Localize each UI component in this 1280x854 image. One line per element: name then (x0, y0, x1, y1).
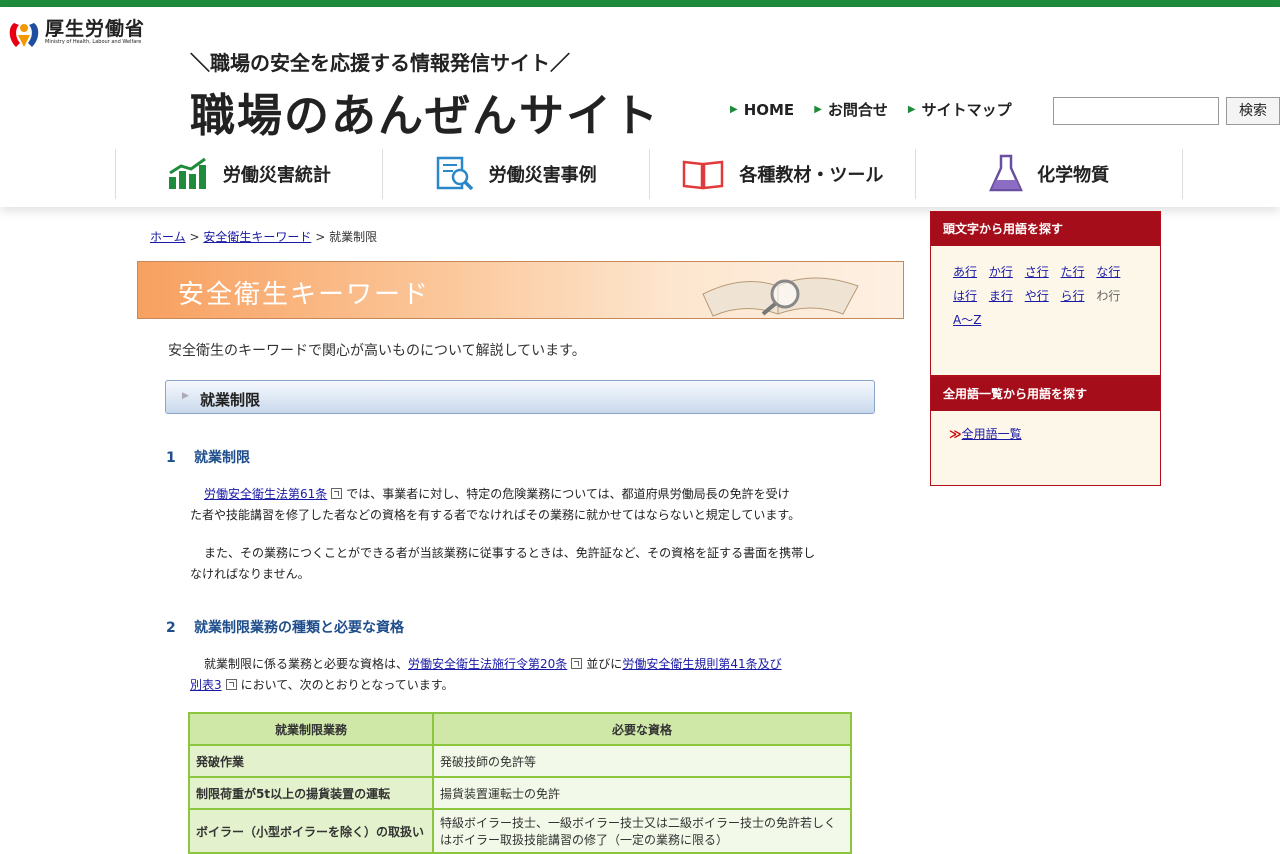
double-arrow-icon: ≫ (949, 427, 962, 441)
nav-materials-tools[interactable]: 各種教材・ツール (648, 149, 916, 199)
table-cell-work: 発破作業 (188, 744, 434, 778)
ministry-name: 厚生労働省 (45, 18, 146, 40)
triangle-icon: ▶ (814, 104, 822, 115)
banner-title: 安全衛生キーワード (178, 280, 431, 310)
subsection-2-para: 就業制限に係る業務と必要な資格は、労働安全衛生法施行令第20条 並びに労働安全衛生… (190, 657, 782, 692)
table-cell-work: 制限荷重が5t以上の揚貨装置の運転 (188, 776, 434, 810)
flask-icon (989, 154, 1024, 192)
document-search-icon (436, 156, 473, 191)
page-lead: 安全衛生のキーワードで関心が高いものについて解説しています。 (168, 343, 586, 359)
subsection-2-heading: 2 就業制限業務の種類と必要な資格 (166, 620, 404, 636)
restricted-work-table: 就業制限業務 必要な資格 発破作業 発破技師の免許等 制限荷重が5t以上の揚貨装… (188, 712, 852, 854)
home-link[interactable]: HOME (744, 101, 794, 119)
kana-link-ma[interactable]: ま行 (989, 289, 1013, 303)
ministry-english-name: Ministry of Health, Labour and Welfare (45, 39, 142, 45)
section-heading-bar: ▶ 就業制限 (165, 380, 875, 414)
nav-label: 各種教材・ツール (739, 165, 884, 186)
alpha-link[interactable]: A～Z (953, 313, 981, 327)
nav-label: 労働災害事例 (488, 165, 597, 186)
table-header-row: 就業制限業務 必要な資格 (188, 712, 852, 746)
site-tagline: ＼職場の安全を応援する情報発信サイト／ (190, 51, 570, 75)
nav-accident-cases[interactable]: 労働災害事例 (381, 149, 649, 199)
kana-wa-inactive: わ行 (1096, 289, 1121, 303)
kana-index: あ行 か行 さ行 た行 な行 は行 ま行 や行 ら行 わ行 A～Z (931, 246, 1160, 340)
column-header: 必要な資格 (432, 712, 852, 746)
kana-link-ka[interactable]: か行 (989, 265, 1013, 279)
table-row: 制限荷重が5t以上の揚貨装置の運転 揚貨装置運転士の免許 (188, 776, 852, 810)
ministry-mark-icon (6, 19, 42, 51)
book-icon (683, 160, 724, 190)
table-row: ボイラー（小型ボイラーを除く）の取扱い 特級ボイラー技士、一級ボイラー技士又は二… (188, 808, 852, 854)
keyword-banner: 安全衛生キーワード (137, 261, 904, 319)
appendix-3-link[interactable]: 別表3 (190, 678, 222, 692)
sidebar-initial-search: 頭文字から用語を探す あ行 か行 さ行 た行 な行 は行 ま行 や行 ら行 わ行… (930, 211, 1161, 376)
bar-chart-icon (168, 157, 206, 189)
external-link-icon (225, 679, 237, 690)
utility-nav: ▶ HOME ▶ お問合せ ▶ サイトマップ (730, 99, 1032, 120)
sitemap-link[interactable]: サイトマップ (922, 99, 1012, 120)
table-cell-work: ボイラー（小型ボイラーを除く）の取扱い (188, 808, 434, 854)
nav-accident-statistics[interactable]: 労働災害統計 (115, 149, 382, 199)
sidebar-heading: 頭文字から用語を探す (931, 212, 1160, 246)
table-cell-qualification: 揚貨装置運転士の免許 (432, 776, 852, 810)
site-header: 厚生労働省 Ministry of Health, Labour and Wel… (0, 7, 1280, 207)
kana-link-ha[interactable]: は行 (953, 289, 977, 303)
sidebar-all-terms: 全用語一覧から用語を探す ≫全用語一覧 (930, 376, 1161, 486)
breadcrumb-category-link[interactable]: 安全衛生キーワード (203, 230, 311, 244)
kana-link-ra[interactable]: ら行 (1061, 289, 1085, 303)
kana-link-ya[interactable]: や行 (1025, 289, 1049, 303)
kana-link-na[interactable]: な行 (1096, 265, 1120, 279)
kana-link-a[interactable]: あ行 (953, 265, 977, 279)
sidebar-heading: 全用語一覧から用語を探す (931, 377, 1160, 411)
triangle-icon: ▶ (730, 104, 738, 115)
all-terms-link[interactable]: 全用語一覧 (962, 427, 1022, 441)
external-link-icon (331, 488, 343, 499)
breadcrumb-home-link[interactable]: ホーム (150, 230, 186, 244)
column-header: 就業制限業務 (188, 712, 434, 746)
top-accent-bar (0, 0, 1280, 7)
ministry-logo[interactable]: 厚生労働省 Ministry of Health, Labour and Wel… (6, 19, 145, 51)
enforcement-order-20-link[interactable]: 労働安全衛生法施行令第20条 (408, 657, 567, 671)
triangle-icon: ▶ (907, 104, 916, 115)
table-cell-qualification: 発破技師の免許等 (432, 744, 852, 778)
contact-link[interactable]: お問合せ (828, 99, 888, 120)
table-cell-qualification: 特級ボイラー技士、一級ボイラー技士又は二級ボイラー技士の免許若しくはボイラー取扱… (432, 808, 852, 854)
nav-label: 労働災害統計 (222, 165, 331, 186)
table-row: 発破作業 発破技師の免許等 (188, 744, 852, 778)
nav-chemicals[interactable]: 化学物質 (915, 149, 1183, 199)
breadcrumb: ホーム > 安全衛生キーワード > 就業制限 (150, 228, 377, 245)
kana-link-sa[interactable]: さ行 (1025, 265, 1049, 279)
kana-link-ta[interactable]: た行 (1061, 265, 1085, 279)
external-link-icon (571, 658, 583, 669)
global-nav: 労働災害統計 労働災害事例 各種教材・ツール 化学物質 (115, 149, 1183, 199)
regulation-41-link[interactable]: 労働安全衛生規則第41条及び (622, 657, 781, 671)
subsection-1-heading: 1 就業制限 (166, 450, 250, 466)
search-input[interactable] (1053, 97, 1219, 125)
section-heading: 就業制限 (200, 391, 261, 409)
breadcrumb-separator: > (315, 230, 326, 244)
triangle-icon: ▶ (182, 391, 189, 401)
nav-label: 化学物質 (1037, 165, 1110, 186)
magnifier-book-icon (702, 277, 859, 317)
search-button[interactable]: 検索 (1226, 97, 1280, 125)
law-article-61-link[interactable]: 労働安全衛生法第61条 (204, 487, 327, 501)
breadcrumb-current: 就業制限 (329, 230, 378, 244)
site-title[interactable]: 職場のあんぜんサイト (190, 79, 660, 144)
subsection-1-para-2: また、その業務につくことができる者が当該業務に従事するときは、免許証など、その資… (190, 546, 816, 581)
subsection-1-para-1: 労働安全衛生法第61条 では、事業者に対し、特定の危険業務については、都道府県労働… (190, 487, 801, 522)
breadcrumb-separator: > (189, 230, 200, 244)
